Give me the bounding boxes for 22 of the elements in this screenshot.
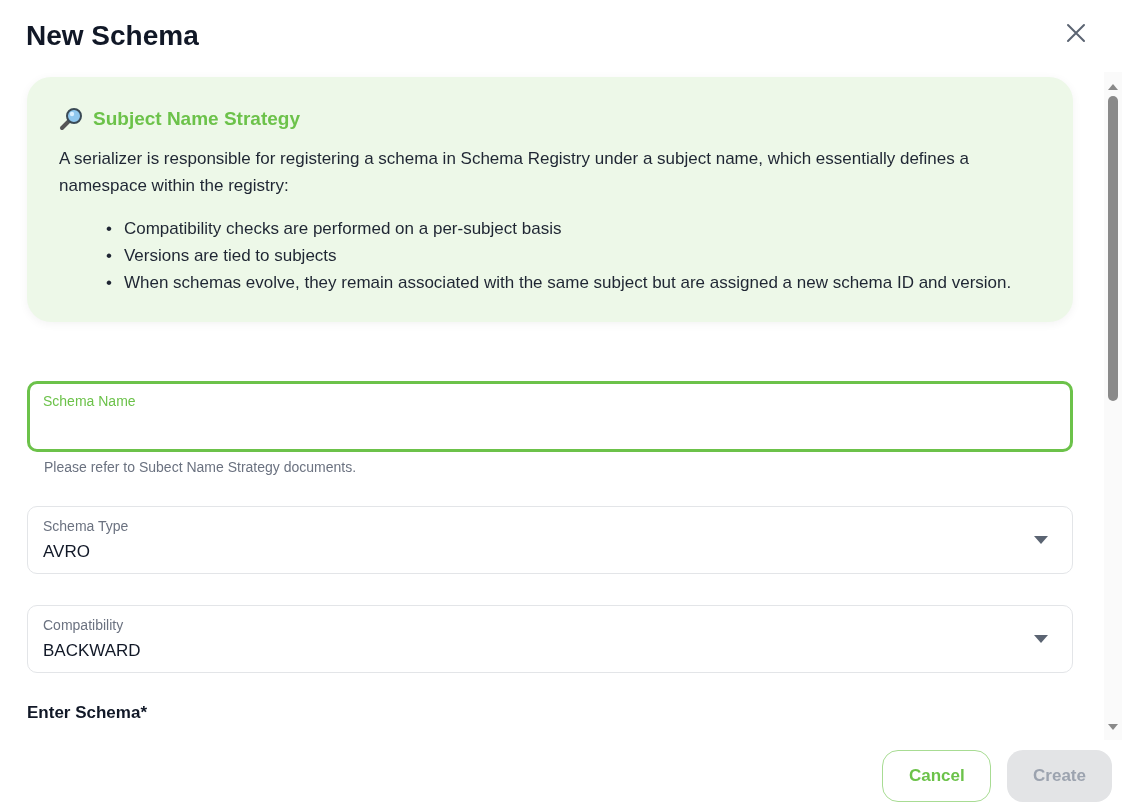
bullet-marker: • — [106, 218, 112, 240]
arrow-down-icon[interactable] — [1108, 724, 1118, 730]
info-title: Subject Name Strategy — [93, 108, 300, 130]
scrollbar[interactable] — [1104, 72, 1122, 740]
select-field[interactable]: Compatibility BACKWARD — [27, 605, 1073, 673]
magnifier-icon — [59, 107, 83, 131]
section-label: Enter Schema* — [27, 703, 148, 723]
info-text: A serializer is responsible for registering a schema in Schema Registry under a subject name, which essentially defines a namespace within the registry: — [59, 148, 970, 197]
select-field[interactable]: Schema Type AVRO — [27, 506, 1073, 574]
arrow-up-icon[interactable] — [1108, 84, 1118, 90]
caret-icon — [1034, 635, 1048, 643]
bullet-marker: • — [106, 245, 112, 267]
caret-icon — [1034, 536, 1048, 544]
bullet-item: Versions are tied to subjects — [123, 245, 337, 267]
input-field[interactable]: Schema Name — [27, 381, 1073, 452]
bullet-item: When schemas evolve, they remain associated with the same subject but are assigned a new schema ID and version. — [123, 272, 1012, 294]
close-icon[interactable] — [1066, 23, 1086, 43]
helper-text: Please refer to Subect Name Strategy documents. — [44, 459, 358, 475]
bullet-item: Compatibility checks are performed on a per-subject basis — [123, 218, 562, 240]
cancel-button[interactable]: Cancel — [882, 749, 991, 802]
dialog-title: New Schema — [26, 20, 199, 52]
bullet-marker: • — [106, 272, 112, 294]
